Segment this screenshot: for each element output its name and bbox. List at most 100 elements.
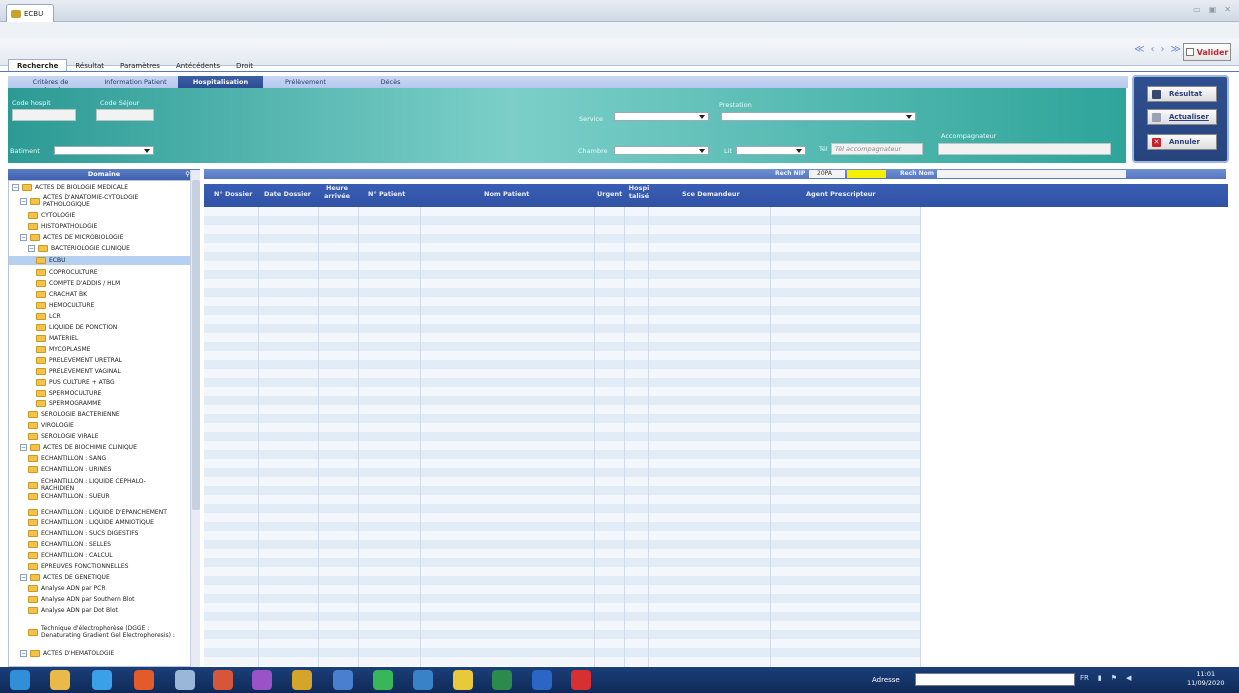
table-row[interactable] [204, 648, 920, 657]
tree-item[interactable]: − ACTES DE BIOCHIMIE CLINIQUE [9, 443, 191, 452]
tree-item[interactable]: COPROCULTURE [9, 268, 191, 277]
table-row[interactable] [204, 621, 920, 630]
tree-item[interactable]: SEROLOGIE VIRALE [9, 432, 191, 441]
flag-icon[interactable]: ⚑ [1111, 674, 1117, 682]
table-row[interactable] [204, 477, 920, 486]
batiment-select[interactable] [54, 146, 154, 155]
tree-item[interactable]: Technique d'électrophorèse (DGGE : Denat… [9, 617, 191, 647]
table-row[interactable] [204, 216, 920, 225]
table-row[interactable] [204, 468, 920, 477]
table-row[interactable] [204, 549, 920, 558]
code-sejour-input[interactable] [96, 109, 154, 121]
subtab-deces[interactable]: Décès [348, 76, 433, 88]
tree-item[interactable]: − ACTES DE MICROBIOLOGIE [9, 233, 191, 242]
tree-item[interactable]: PRELEVEMENT VAGINAL [9, 367, 191, 376]
tree-item[interactable]: SPERMOGRAMME [9, 399, 191, 408]
tree-item[interactable]: − BACTERIOLOGIE CLINIQUE [9, 244, 191, 253]
tree-item[interactable]: ECHANTILLON : SELLES [9, 540, 191, 549]
tree-item[interactable]: ECHANTILLON : LIQUIDE CEPHALO-RACHIDIEN [9, 477, 191, 493]
internet-explorer-icon[interactable] [92, 670, 112, 690]
volume-icon[interactable]: ◀ [1126, 674, 1131, 682]
table-row[interactable] [204, 333, 920, 342]
close-icon[interactable]: ✕ [1224, 5, 1231, 14]
tree-item[interactable]: − ACTES D'ANATOMIE-CYTOLOGIE PATHOLOGIQUE [9, 193, 191, 209]
tree-item[interactable]: EPREUVES FONCTIONNELLES [9, 562, 191, 571]
table-row[interactable] [204, 504, 920, 513]
tel-accompagnateur-input[interactable]: Tél accompagnateur [831, 143, 923, 155]
app-icon[interactable] [292, 670, 312, 690]
table-row[interactable] [204, 450, 920, 459]
table-row[interactable] [204, 351, 920, 360]
tree-item[interactable]: PUS CULTURE + ATBG [9, 378, 191, 387]
table-row[interactable] [204, 207, 920, 216]
warning-icon[interactable] [453, 670, 473, 690]
tree-item[interactable]: SPERMOCULTURE [9, 389, 191, 398]
prev-record-icon[interactable]: ‹ [1151, 44, 1155, 55]
code-hospit-input[interactable] [12, 109, 76, 121]
table-row[interactable] [204, 459, 920, 468]
col-date-dossier[interactable]: Date Dossier [264, 190, 311, 198]
col-sce-demandeur[interactable]: Sce Demandeur [682, 190, 740, 198]
table-row[interactable] [204, 612, 920, 621]
subtab-criteres[interactable]: Critères de recherche [8, 76, 93, 94]
minimize-icon[interactable]: ▭ [1193, 5, 1201, 14]
app-icon[interactable] [252, 670, 272, 690]
annuler-button[interactable]: ✕ Annuler [1147, 134, 1217, 150]
table-row[interactable] [204, 585, 920, 594]
tree-item[interactable]: ECHANTILLON : URINES [9, 465, 191, 474]
start-button-icon[interactable] [10, 670, 30, 690]
adresse-input[interactable] [915, 673, 1075, 686]
tree-expand-toggle-icon[interactable]: − [20, 574, 27, 581]
tree-scroll-thumb[interactable] [192, 180, 200, 510]
table-row[interactable] [204, 441, 920, 450]
tree-item[interactable]: − ACTES D'HEMATOLOGIE [9, 649, 191, 658]
whatsapp-icon[interactable] [373, 670, 393, 690]
tree-item[interactable]: − ACTES DE GENETIQUE [9, 573, 191, 582]
table-row[interactable] [204, 423, 920, 432]
tree-item[interactable]: COMPTE D'ADDIS / HLM [9, 279, 191, 288]
table-row[interactable] [204, 513, 920, 522]
table-row[interactable] [204, 540, 920, 549]
table-row[interactable] [204, 324, 920, 333]
tree-item[interactable]: MATERIEL [9, 334, 191, 343]
rech-nip-input[interactable]: 20PA [809, 170, 845, 178]
col-n-dossier[interactable]: N° Dossier [214, 190, 252, 198]
tree-expand-toggle-icon[interactable]: − [20, 197, 27, 205]
service-select[interactable] [614, 112, 709, 121]
table-row[interactable] [204, 531, 920, 540]
tree-expand-toggle-icon[interactable]: − [28, 245, 35, 252]
tree-item[interactable]: ECHANTILLON : SUEUR [9, 492, 191, 501]
table-row[interactable] [204, 252, 920, 261]
subtab-prelevement[interactable]: Prélèvement [263, 76, 348, 88]
table-row[interactable] [204, 234, 920, 243]
col-nom-patient[interactable]: Nom Patient [484, 190, 529, 198]
table-row[interactable] [204, 630, 920, 639]
table-row[interactable] [204, 576, 920, 585]
table-row[interactable] [204, 657, 920, 666]
window-tab[interactable]: ECBU [6, 4, 54, 22]
lang-indicator[interactable]: FR [1080, 674, 1089, 682]
col-hospitalise[interactable]: Hospi talisé [628, 184, 650, 200]
table-row[interactable] [204, 378, 920, 387]
table-row[interactable] [204, 405, 920, 414]
table-row[interactable] [204, 486, 920, 495]
tree-expand-toggle-icon[interactable]: − [12, 184, 19, 191]
tree-expand-toggle-icon[interactable]: − [20, 650, 27, 657]
table-row[interactable] [204, 495, 920, 504]
tree-item[interactable]: LIQUIDE DE PONCTION [9, 323, 191, 332]
table-row[interactable] [204, 432, 920, 441]
resultat-button[interactable]: Résultat [1147, 86, 1217, 102]
tree-item[interactable]: MYCOPLASME [9, 345, 191, 354]
app-icon[interactable] [333, 670, 353, 690]
chrome-icon[interactable] [134, 670, 154, 690]
col-n-patient[interactable]: N° Patient [368, 190, 405, 198]
tree-expand-toggle-icon[interactable]: − [20, 234, 27, 241]
app-icon[interactable] [571, 670, 591, 690]
table-row[interactable] [204, 243, 920, 252]
table-row[interactable] [204, 369, 920, 378]
subtab-information-patient[interactable]: Information Patient [93, 76, 178, 88]
table-row[interactable] [204, 414, 920, 423]
tree-item[interactable]: HISTOPATHOLOGIE [9, 222, 191, 231]
actualiser-button[interactable]: Actualiser [1147, 109, 1217, 125]
maximize-icon[interactable]: ▣ [1209, 5, 1217, 14]
